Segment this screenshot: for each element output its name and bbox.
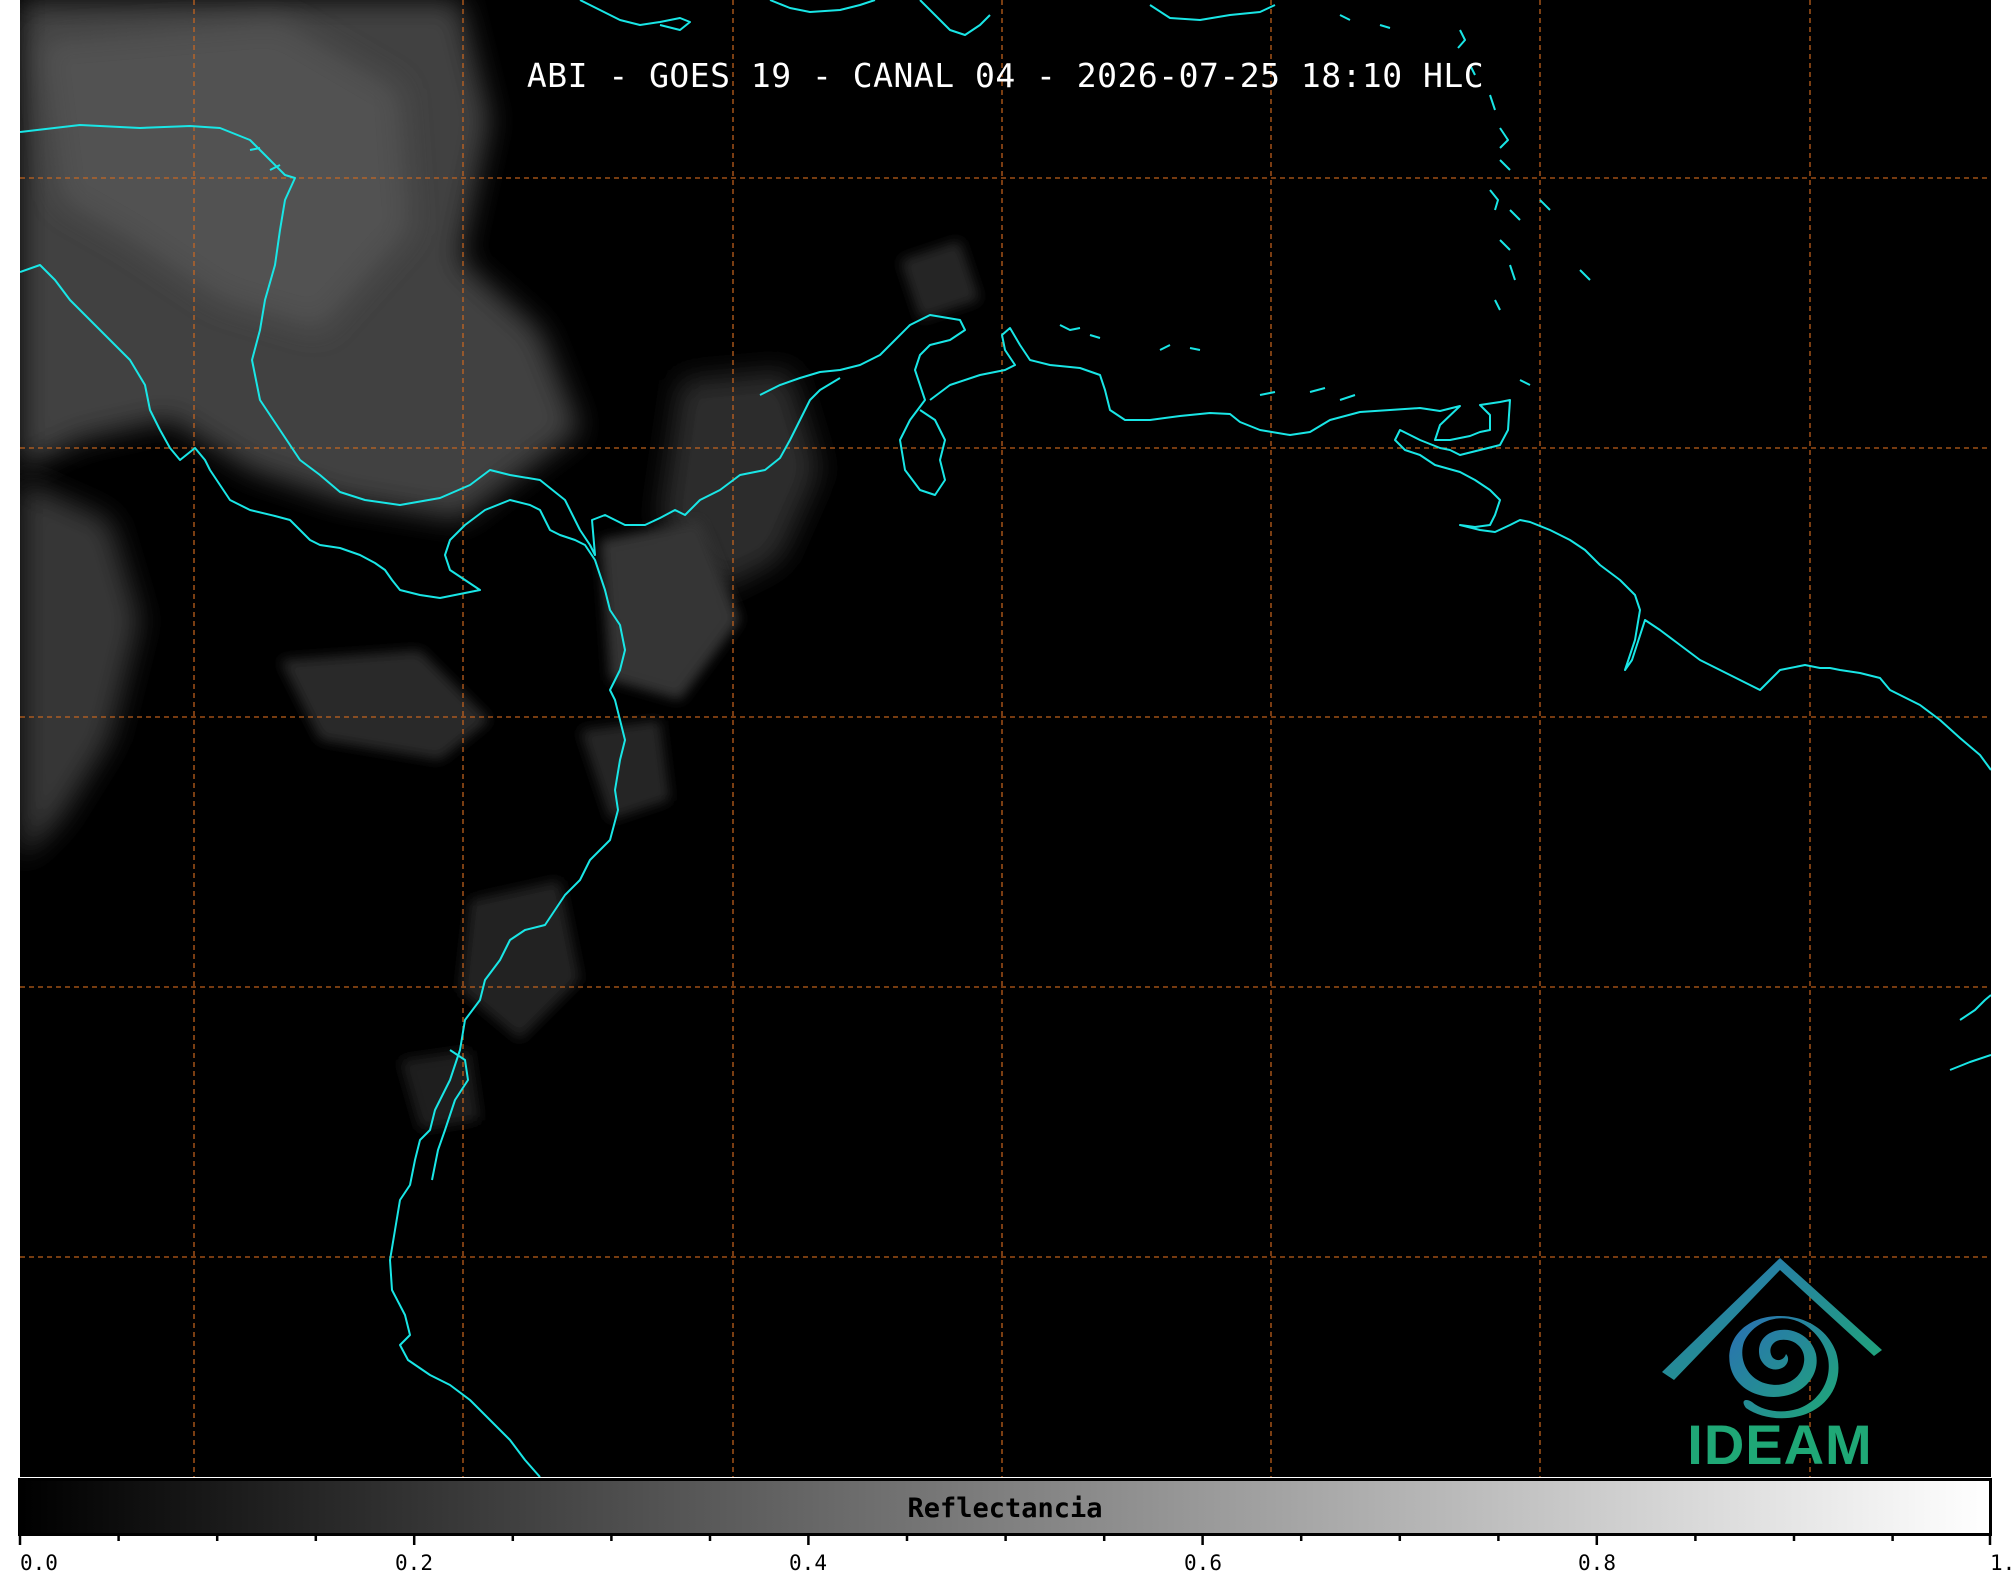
- colorbar-tick-label: 0.2: [395, 1551, 433, 1575]
- colorbar-tick-label: 0.6: [1184, 1551, 1222, 1575]
- colorbar-ticks: [18, 1533, 1992, 1545]
- map-title: ABI - GOES 19 - CANAL 04 - 2026-07-25 18…: [526, 56, 1485, 95]
- ideam-logo-text: IDEAM: [1687, 1413, 1873, 1476]
- colorbar-tick-label: 0.4: [789, 1551, 827, 1575]
- colorbar-tick-label: 0.8: [1578, 1551, 1616, 1575]
- colorbar-label: Reflectancia: [907, 1493, 1103, 1524]
- colorbar: Reflectancia: [18, 1478, 1992, 1536]
- colorbar-tick-label: 1.0: [1990, 1551, 2011, 1575]
- colorbar-tick-label: 0.0: [20, 1551, 58, 1575]
